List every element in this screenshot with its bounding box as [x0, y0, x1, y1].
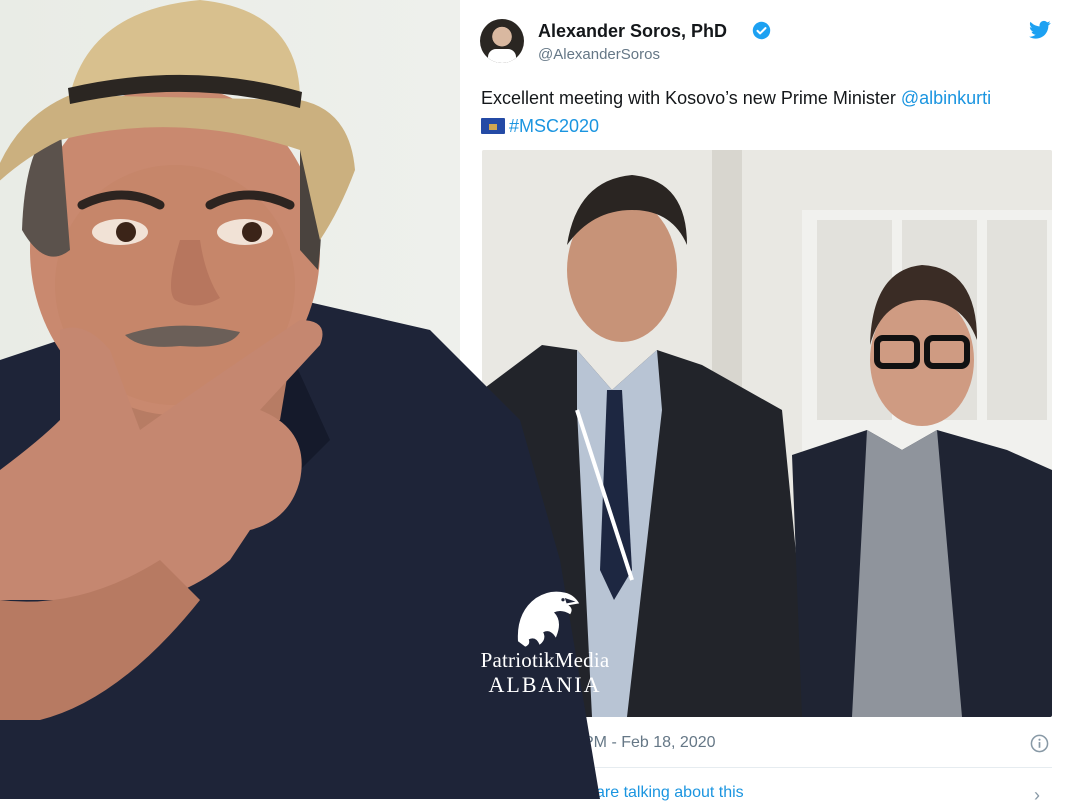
tweet-timestamp[interactable]: PM - Feb 18, 2020: [583, 734, 716, 752]
eagle-logo-icon: [517, 591, 580, 647]
verified-badge-icon: [752, 21, 771, 40]
patriotikmedia-watermark: PatriotikMedia ALBANIA: [455, 585, 635, 705]
info-icon[interactable]: [1030, 734, 1049, 753]
chevron-right-icon[interactable]: ›: [1034, 785, 1040, 806]
twitter-bird-icon[interactable]: [1029, 20, 1051, 40]
watermark-line2: ALBANIA: [488, 672, 602, 697]
talking-about-link[interactable]: are talking about this: [596, 784, 744, 802]
watermark-line1: PatriotikMedia: [480, 648, 610, 672]
mention-link[interactable]: @albinkurti: [901, 88, 991, 108]
